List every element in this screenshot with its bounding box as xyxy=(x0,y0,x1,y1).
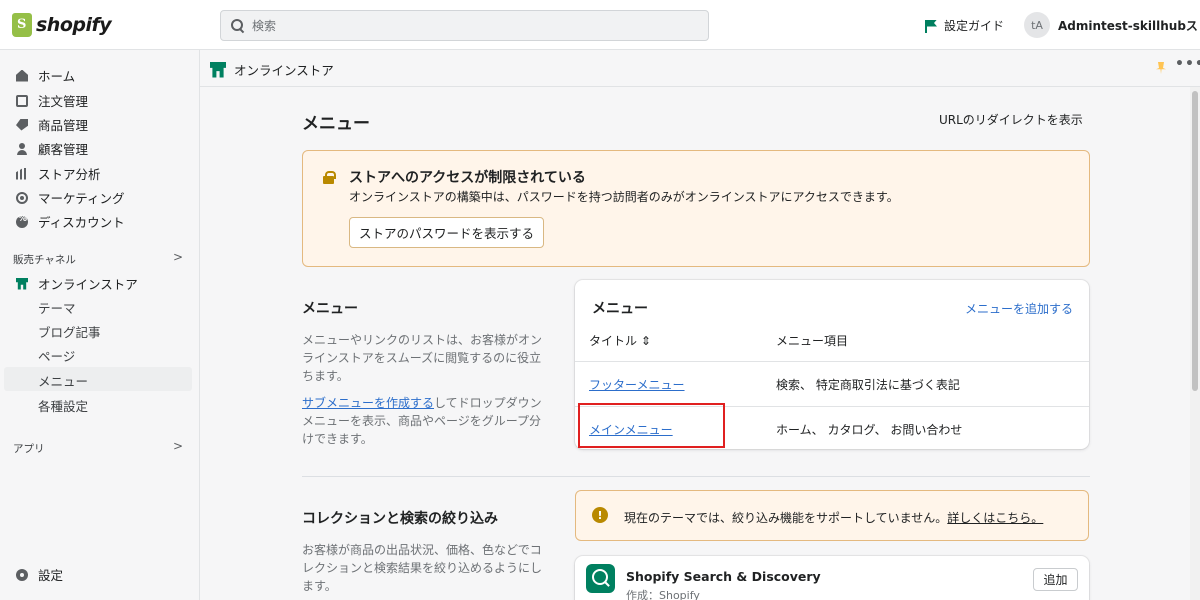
column-header-title[interactable]: タイトル ⇕ xyxy=(589,332,651,349)
sidebar-item-label: 顧客管理 xyxy=(38,142,89,157)
lock-icon xyxy=(323,171,336,184)
target-icon xyxy=(16,191,28,204)
highlight-box xyxy=(578,403,725,448)
sidebar-item-home[interactable]: ホーム xyxy=(16,66,75,85)
person-icon xyxy=(16,142,28,155)
submenu-desc: サブメニューを作成するしてドロップダウンメニューを表示、商品やページをグループ分… xyxy=(302,394,542,448)
flag-icon xyxy=(925,19,937,33)
shopify-bag-icon xyxy=(12,13,32,37)
user-name: Admintest-skillhubスト... xyxy=(1058,18,1200,33)
discount-icon xyxy=(16,214,28,228)
search-icon xyxy=(231,19,244,32)
sidebar-item-discounts[interactable]: ディスカウント xyxy=(16,212,125,231)
access-restricted-banner: ストアへのアクセスが制限されている オンラインストアの構築中は、パスワードを持つ… xyxy=(302,150,1090,267)
banner-title: ストアへのアクセスが制限されている xyxy=(349,170,586,186)
filter-warning-banner: ! 現在のテーマでは、絞り込み機能をサポートしていません。詳しくはこちら。 xyxy=(575,490,1089,541)
banner-text: オンラインストアの構築中は、パスワードを持つ訪問者のみがオンラインストアにアクセ… xyxy=(349,190,899,204)
setup-guide-button[interactable]: 設定ガイド xyxy=(925,17,1004,34)
app-author: 作成：Shopify xyxy=(626,589,700,600)
section-divider xyxy=(302,476,1090,477)
warning-text: 現在のテーマでは、絞り込み機能をサポートしていません。詳しくはこちら。 xyxy=(624,509,1043,526)
filter-section-desc: お客様が商品の出品状況、価格、色などでコレクションと検索結果を絞り込めるようにし… xyxy=(302,543,543,593)
sidebar-item-customers[interactable]: 顧客管理 xyxy=(16,139,88,158)
row-divider xyxy=(575,361,1089,362)
search-discovery-app-icon xyxy=(586,564,615,593)
top-bar: shopify 検索 設定ガイド tA Admintest-skillhubスト… xyxy=(0,0,1200,50)
bar-chart-icon xyxy=(16,167,27,180)
sidebar-item-online-store[interactable]: オンラインストア xyxy=(16,274,138,293)
sidebar-item-label: ストア分析 xyxy=(38,167,101,182)
filter-section-title: コレクションと検索の絞り込み xyxy=(302,511,498,527)
main-content: オンラインストア ••• メニュー URLのリダイレクトを表示 ストアへのアクセ… xyxy=(200,50,1200,600)
sidebar-subitem-pages[interactable]: ページ xyxy=(38,346,75,365)
gear-icon xyxy=(16,568,28,581)
warning-message: 現在のテーマでは、絞り込み機能をサポートしていません。 xyxy=(624,511,948,525)
sidebar: ホーム 注文管理 商品管理 顧客管理 ストア分析 マーケティング ディスカウント… xyxy=(0,50,200,600)
user-menu[interactable]: tA Admintest-skillhubスト... xyxy=(1024,12,1200,38)
app-card: Shopify Search & Discovery 作成：Shopify 追加 xyxy=(575,556,1089,600)
channel-title: オンラインストア xyxy=(210,60,334,79)
sidebar-item-label: ディスカウント xyxy=(38,215,125,230)
sidebar-item-label: マーケティング xyxy=(38,191,125,206)
sidebar-item-label: 注文管理 xyxy=(38,94,89,109)
sidebar-subitem-themes[interactable]: テーマ xyxy=(38,298,76,317)
shopify-logo[interactable]: shopify xyxy=(12,13,112,37)
sidebar-item-orders[interactable]: 注文管理 xyxy=(16,91,88,110)
add-menu-link[interactable]: メニューを追加する xyxy=(965,300,1073,317)
sidebar-item-settings[interactable]: 設定 xyxy=(16,565,63,584)
menu-card-title: メニュー xyxy=(592,301,648,317)
logo-text: shopify xyxy=(36,14,112,36)
menu-section-title: メニュー xyxy=(302,301,358,317)
sidebar-item-label: 設定 xyxy=(38,568,64,583)
search-placeholder: 検索 xyxy=(252,19,277,33)
channel-title-text: オンラインストア xyxy=(234,63,334,78)
tag-icon xyxy=(16,118,28,131)
sidebar-subitem-blog[interactable]: ブログ記事 xyxy=(38,322,101,341)
page-title: メニュー xyxy=(302,114,370,134)
chevron-right-icon[interactable]: > xyxy=(173,250,183,264)
menu-section-desc: メニューやリンクのリストは、お客様がオンラインストアをスムーズに閲覧するのに役立… xyxy=(302,333,543,383)
scrollbar-thumb[interactable] xyxy=(1192,91,1198,391)
avatar: tA xyxy=(1024,12,1050,38)
scrollbar[interactable] xyxy=(1190,87,1200,600)
sidebar-item-marketing[interactable]: マーケティング xyxy=(16,188,125,207)
store-icon xyxy=(210,61,226,78)
channel-header: オンラインストア ••• xyxy=(200,50,1200,87)
warning-icon: ! xyxy=(592,507,608,523)
pin-icon[interactable] xyxy=(1156,62,1166,74)
app-name: Shopify Search & Discovery xyxy=(626,569,821,584)
sidebar-item-label: 商品管理 xyxy=(38,118,89,133)
more-options-icon[interactable]: ••• xyxy=(1175,56,1200,72)
store-icon xyxy=(16,277,28,290)
url-redirect-link[interactable]: URLのリダイレクトを表示 xyxy=(939,111,1083,128)
create-submenu-link[interactable]: サブメニューを作成する xyxy=(302,396,434,410)
search-input[interactable]: 検索 xyxy=(220,10,709,41)
apps-label: アプリ xyxy=(13,443,45,455)
column-header-items: メニュー項目 xyxy=(776,334,849,348)
sidebar-item-label: ホーム xyxy=(38,69,76,84)
home-icon xyxy=(16,69,28,82)
footer-menu-items: 検索、 特定商取引法に基づく表記 xyxy=(776,378,960,392)
chevron-right-icon[interactable]: > xyxy=(173,439,183,453)
sidebar-item-label: オンラインストア xyxy=(38,277,138,292)
setup-guide-label: 設定ガイド xyxy=(944,19,1005,33)
main-menu-items: ホーム、 カタログ、 お問い合わせ xyxy=(776,423,963,437)
show-password-button[interactable]: ストアのパスワードを表示する xyxy=(349,217,544,248)
sidebar-subitem-menus[interactable]: メニュー xyxy=(38,371,88,390)
add-app-button[interactable]: 追加 xyxy=(1033,568,1078,591)
sidebar-item-analytics[interactable]: ストア分析 xyxy=(16,164,101,183)
orders-icon xyxy=(16,94,28,107)
active-item-highlight xyxy=(4,367,192,391)
footer-menu-link[interactable]: フッターメニュー xyxy=(589,376,685,393)
learn-more-link[interactable]: 詳しくはこちら。 xyxy=(947,511,1043,525)
sales-channels-label: 販売チャネル xyxy=(13,254,76,266)
sidebar-subitem-preferences[interactable]: 各種設定 xyxy=(38,396,88,415)
sidebar-item-products[interactable]: 商品管理 xyxy=(16,115,88,134)
